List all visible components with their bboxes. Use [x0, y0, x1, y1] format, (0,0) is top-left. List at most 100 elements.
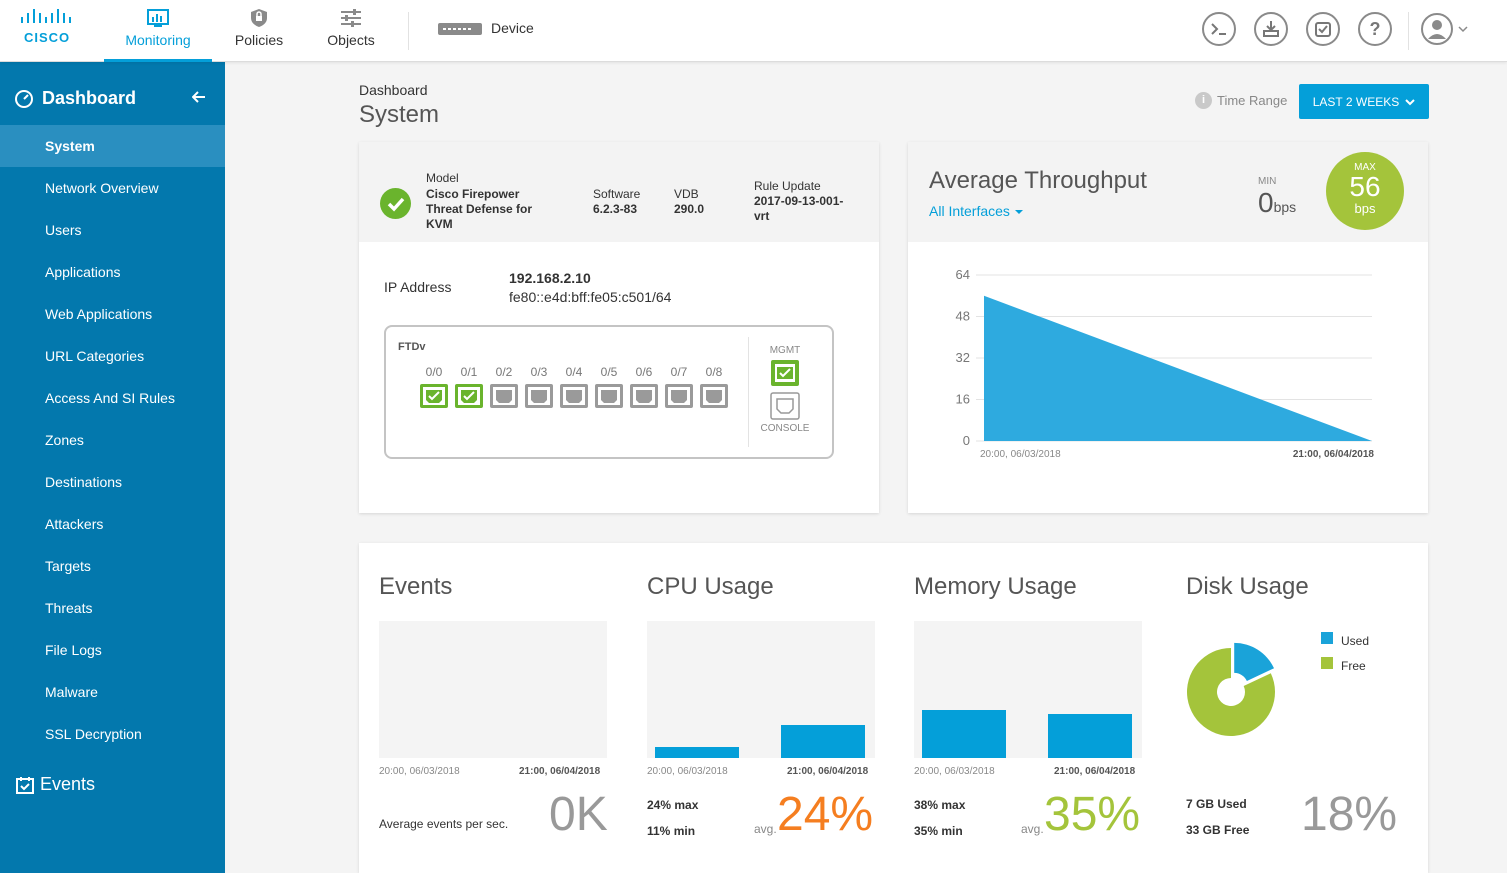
interface-port[interactable]: 0/1: [454, 365, 484, 414]
min-value: 0bps: [1258, 187, 1296, 219]
port-down-icon: [560, 384, 588, 408]
sidebar-item-ssl-decryption[interactable]: SSL Decryption: [0, 713, 225, 755]
sidebar-item-attackers[interactable]: Attackers: [0, 503, 225, 545]
port-label: 0/6: [635, 365, 653, 379]
sidebar-header[interactable]: Dashboard: [14, 88, 136, 109]
help-icon: ?: [1369, 18, 1381, 39]
deployment-button[interactable]: [1254, 12, 1288, 46]
device-label: Device: [491, 20, 534, 36]
arrow-left-icon: [191, 91, 205, 103]
monitoring-icon: [147, 9, 169, 27]
legend-used-swatch: [1321, 632, 1333, 644]
software-label: Software: [593, 187, 641, 201]
interface-port[interactable]: 0/4: [559, 365, 589, 414]
disk-value: 18%: [1301, 788, 1398, 841]
port-label: 0/1: [460, 365, 478, 379]
interface-port[interactable]: 0/2: [489, 365, 519, 414]
tab-policies[interactable]: Policies: [224, 0, 294, 62]
dashboard-gauge-icon: [15, 89, 33, 108]
sidebar-item-url-categories[interactable]: URL Categories: [0, 335, 225, 377]
port-label: 0/5: [600, 365, 618, 379]
mgmt-port-icon[interactable]: [770, 359, 800, 387]
policies-shield-icon: [251, 9, 267, 27]
interface-port[interactable]: 0/0: [419, 365, 449, 414]
y-tick-label: 32: [956, 350, 970, 365]
sidebar-item-file-logs[interactable]: File Logs: [0, 629, 225, 671]
model-value-line2: Threat Defense for: [426, 202, 533, 216]
cisco-logo[interactable]: CISCO: [20, 8, 84, 48]
task-list-button[interactable]: [1306, 12, 1340, 46]
min-unit: bps: [1273, 199, 1297, 215]
interface-port[interactable]: 0/7: [664, 365, 694, 414]
cpu-bar[interactable]: [655, 747, 739, 758]
help-button[interactable]: ?: [1358, 12, 1392, 46]
memory-bar[interactable]: [922, 710, 1006, 758]
chassis-title: FTDv: [398, 341, 426, 353]
events-caption: Average events per sec.: [379, 817, 509, 831]
console-label: CONSOLE: [760, 423, 810, 434]
interface-port[interactable]: 0/8: [699, 365, 729, 414]
user-divider: [1408, 12, 1409, 50]
sidebar-item-access-and-si-rules[interactable]: Access And SI Rules: [0, 377, 225, 419]
memory-x-end: 21:00, 06/04/2018: [1054, 766, 1136, 777]
sidebar-item-destinations[interactable]: Destinations: [0, 461, 225, 503]
tab-objects[interactable]: Objects: [316, 0, 386, 62]
device-summary-card: Model Cisco Firepower Threat Defense for…: [359, 142, 879, 513]
check-icon: [387, 197, 405, 212]
cpu-bar[interactable]: [781, 725, 865, 758]
sidebar-item-users[interactable]: Users: [0, 209, 225, 251]
events-title: Events: [379, 573, 453, 600]
software-value: 6.2.3-83: [593, 202, 638, 216]
sidebar-item-network-overview[interactable]: Network Overview: [0, 167, 225, 209]
mgmt-divider: [748, 337, 749, 447]
device-appliance-icon: [438, 23, 482, 36]
disk-usage-pie: [1187, 642, 1275, 736]
memory-x-start: 20:00, 06/03/2018: [914, 766, 995, 777]
user-menu[interactable]: [1420, 12, 1472, 46]
device-menu[interactable]: Device: [437, 20, 534, 37]
collapse-sidebar-button[interactable]: [191, 87, 206, 108]
sidebar-item-system[interactable]: System: [0, 125, 225, 167]
port-label: 0/4: [565, 365, 583, 379]
sidebar-item-threats[interactable]: Threats: [0, 587, 225, 629]
throughput-series-area[interactable]: [984, 295, 1372, 441]
cli-console-button[interactable]: [1202, 12, 1236, 46]
breadcrumb[interactable]: Dashboard: [359, 82, 428, 98]
vdb-value: 290.0: [674, 202, 705, 216]
sidebar-item-web-applications[interactable]: Web Applications: [0, 293, 225, 335]
cpu-plot: [647, 621, 875, 758]
port-label: 0/7: [670, 365, 688, 379]
sidebar-item-targets[interactable]: Targets: [0, 545, 225, 587]
sidebar-item-applications[interactable]: Applications: [0, 251, 225, 293]
sidebar-item-malware[interactable]: Malware: [0, 671, 225, 713]
objects-sliders-icon: [341, 9, 361, 27]
time-range-label: Time Range: [1217, 93, 1288, 108]
tab-policies-label: Policies: [234, 32, 284, 48]
info-icon[interactable]: i: [1195, 92, 1212, 109]
legend-free-swatch: [1321, 657, 1333, 669]
port-up-icon: [420, 384, 448, 408]
port-label: 0/8: [705, 365, 723, 379]
ftdv-chassis-diagram: FTDv 0/0 0/1 0/2 0/3 0/4 0/5 0/6 0/7 0/8 MGMT CO…: [384, 325, 834, 459]
disk-free-text: 33 GB Free: [1186, 823, 1250, 837]
sidebar-item-zones[interactable]: Zones: [0, 419, 225, 461]
time-range-dropdown[interactable]: LAST 2 WEEKS: [1299, 84, 1429, 119]
tab-monitoring[interactable]: Monitoring: [104, 0, 212, 62]
rule-update-line1: 2017-09-13-001-: [754, 194, 844, 208]
cpu-value: 24%: [777, 788, 874, 841]
sidebar-events[interactable]: Events: [16, 774, 95, 795]
interface-port[interactable]: 0/5: [594, 365, 624, 414]
interface-filter-dropdown[interactable]: All Interfaces: [929, 203, 1024, 219]
legend-used-label: Used: [1341, 634, 1370, 648]
mgmt-label: MGMT: [769, 345, 801, 356]
user-avatar-icon: [1421, 13, 1468, 45]
interface-port[interactable]: 0/3: [524, 365, 554, 414]
disk-title: Disk Usage: [1186, 573, 1309, 600]
model-value: Cisco Firepower Threat Defense for KVM: [426, 187, 532, 232]
console-port-icon[interactable]: [770, 392, 800, 420]
memory-bar[interactable]: [1048, 714, 1132, 758]
ipv4-address: 192.168.2.10: [509, 270, 591, 286]
interface-port[interactable]: 0/6: [629, 365, 659, 414]
tab-objects-label: Objects: [327, 32, 375, 48]
sidebar-title: Dashboard: [42, 88, 137, 108]
